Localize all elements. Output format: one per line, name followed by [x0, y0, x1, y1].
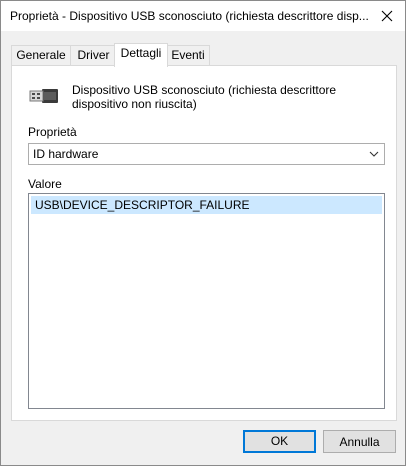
- property-selected-value: ID hardware: [33, 147, 99, 161]
- usb-plug-icon: [29, 89, 58, 103]
- tab-driver[interactable]: Driver: [70, 45, 117, 65]
- chevron-down-icon: [369, 151, 379, 157]
- list-item[interactable]: USB\DEVICE_DESCRIPTOR_FAILURE: [31, 196, 382, 214]
- value-label: Valore: [28, 177, 62, 191]
- title-bar[interactable]: Proprietà - Dispositivo USB sconosciuto …: [1, 1, 405, 31]
- properties-dialog: Proprietà - Dispositivo USB sconosciuto …: [0, 0, 406, 466]
- value-list[interactable]: USB\DEVICE_DESCRIPTOR_FAILURE: [28, 193, 385, 409]
- close-button[interactable]: [369, 1, 405, 31]
- tab-dettagli[interactable]: Dettagli: [114, 43, 168, 67]
- ok-button[interactable]: OK: [243, 430, 316, 453]
- tab-eventi[interactable]: Eventi: [166, 45, 210, 65]
- device-name: Dispositivo USB sconosciuto (richiesta d…: [72, 83, 337, 111]
- cancel-button[interactable]: Annulla: [323, 430, 396, 453]
- window-title: Proprietà - Dispositivo USB sconosciuto …: [10, 9, 369, 23]
- property-label: Proprietà: [28, 125, 77, 139]
- property-select[interactable]: ID hardware: [28, 143, 385, 165]
- details-panel: Dispositivo USB sconosciuto (richiesta d…: [11, 65, 397, 421]
- tab-strip: Generale Driver Dettagli Eventi: [11, 43, 397, 67]
- close-icon: [381, 10, 393, 22]
- tab-generale[interactable]: Generale: [11, 45, 71, 65]
